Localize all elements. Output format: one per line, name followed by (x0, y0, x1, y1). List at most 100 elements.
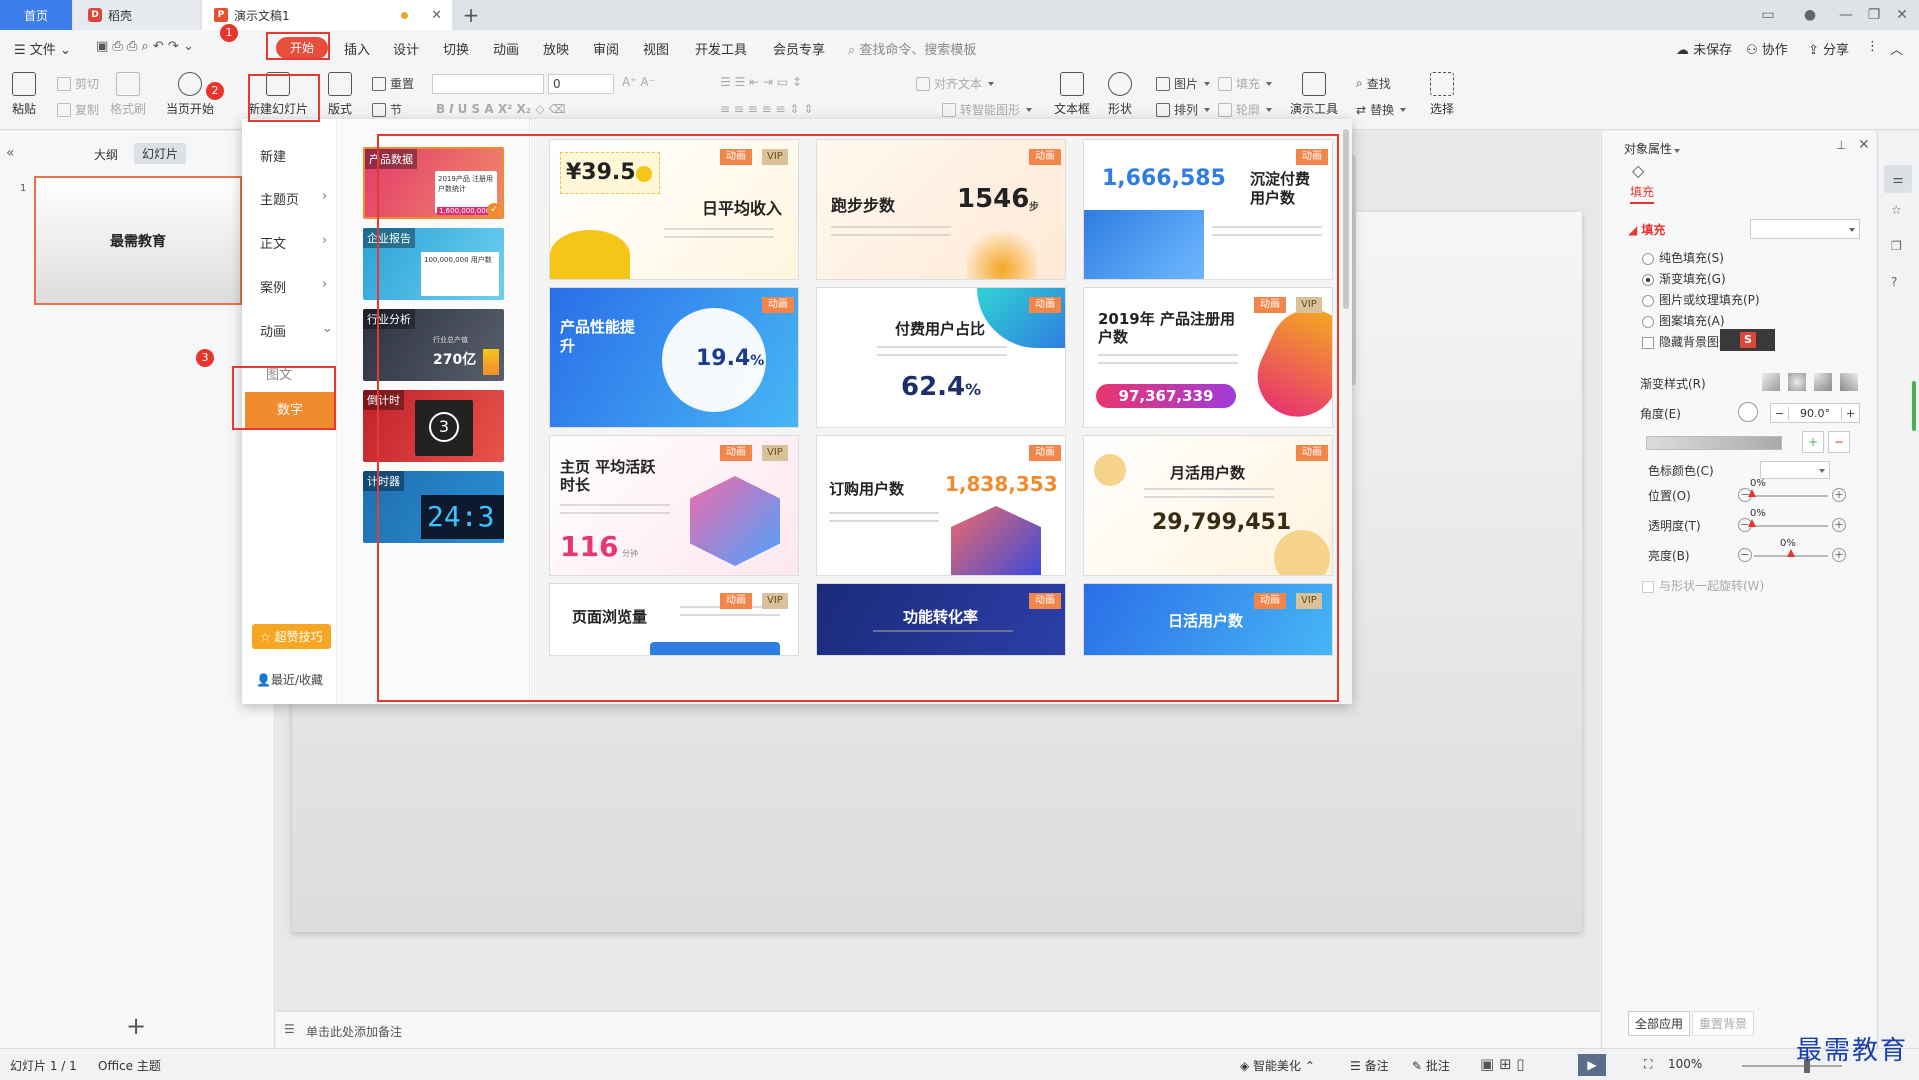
position-increase-button[interactable]: + (1832, 488, 1846, 502)
smart-art-button[interactable]: 转智能图形 (942, 101, 1033, 118)
picture-fill-radio[interactable] (1642, 294, 1654, 307)
fill-type-dropdown[interactable] (1750, 219, 1860, 239)
close-tab-icon[interactable]: ✕ (431, 8, 442, 23)
slides-tab[interactable]: 幻灯片 (134, 143, 187, 164)
gradient-linear-icon[interactable] (1762, 373, 1780, 391)
menu-view[interactable]: 视图 (643, 39, 669, 58)
fill-tab[interactable]: 填充 (1630, 183, 1655, 204)
gradient-rect-icon[interactable] (1814, 373, 1832, 391)
cut-button[interactable]: 剪切 (57, 75, 99, 92)
template-card[interactable]: 1,666,585 沉淀付费用户数 动画 (1083, 139, 1333, 280)
notes-toggle[interactable]: ☰ 备注 (1350, 1057, 1389, 1074)
slide-thumbnail[interactable]: 最需教育 (34, 176, 242, 305)
gallery-scrollbar[interactable] (1343, 129, 1349, 309)
subcat-product-data[interactable]: 产品数据 2019产品 注册用户数统计 1,600,000,000 ✓ (363, 147, 504, 219)
template-card[interactable]: 订购用户数 1,838,353 动画 (816, 435, 1066, 576)
add-slide-icon[interactable]: + (126, 1012, 146, 1040)
star-icon[interactable]: ☆ (1891, 203, 1902, 217)
recent-button[interactable]: 👤最近/收藏 (256, 671, 323, 688)
panel-title[interactable]: 对象属性 (1624, 140, 1681, 157)
reset-background-button[interactable]: 重置背景 (1692, 1011, 1755, 1036)
more-icon[interactable]: ⋮ (1866, 39, 1879, 54)
subcat-countdown[interactable]: 倒计时 3 (363, 390, 504, 462)
cat-theme[interactable]: 主题页 › (260, 189, 327, 208)
avatar[interactable]: ● (1792, 0, 1828, 30)
align-text-button[interactable]: 对齐文本 (916, 75, 995, 92)
list-icons[interactable]: ☰ ☰ ⇤ ⇥ ▭ ↕ (720, 75, 802, 89)
template-card[interactable]: 页面浏览量 动画 VIP (549, 583, 799, 656)
template-card[interactable]: 主页 平均活跃时长 116 分钟 动画 VIP (549, 435, 799, 576)
gradient-bar[interactable] (1646, 436, 1782, 450)
angle-decrease-button[interactable]: − (1771, 406, 1789, 420)
help-icon[interactable]: ? (1891, 275, 1897, 289)
cat-numbers[interactable]: 数字 (245, 392, 335, 430)
align-icons[interactable]: ≡ ≡ ≡ ≡ ≡ ⇕ ⇕ (720, 102, 813, 116)
textbox-button[interactable]: 文本框 (1054, 72, 1090, 117)
position-knob-icon[interactable] (1748, 489, 1756, 497)
subcat-report[interactable]: 企业报告 100,000,000 用户数 (363, 228, 504, 300)
tab-home[interactable]: 首页 (0, 0, 72, 30)
collapse-ribbon-icon[interactable]: ︿ (1890, 39, 1903, 58)
present-tool-button[interactable]: 演示工具 (1290, 72, 1338, 117)
beautify-button[interactable]: ◈ 智能美化 ⌃ (1240, 1057, 1315, 1074)
reset-button[interactable]: 重置 (372, 75, 414, 92)
collab-button[interactable]: ⚇ 协作 (1746, 39, 1788, 58)
fit-icon[interactable]: ⛶ (1644, 1057, 1652, 1072)
outline-button[interactable]: 轮廓 (1218, 101, 1273, 118)
menu-design[interactable]: 设计 (393, 39, 419, 58)
font-style-icons[interactable]: B I U S A X² X₂ ◇ ⌫ (436, 102, 566, 116)
outline-tab[interactable]: 大纲 (94, 146, 118, 163)
play-slideshow-icon[interactable]: ▶ (1578, 1054, 1606, 1076)
tips-button[interactable]: ☆ 超赞技巧 (252, 624, 331, 649)
close-panel-icon[interactable]: ✕ (1858, 137, 1870, 153)
solid-fill-option[interactable]: 纯色填充(S) (1642, 249, 1724, 266)
transparency-increase-button[interactable]: + (1832, 518, 1846, 532)
picture-button[interactable]: 图片 (1156, 75, 1211, 92)
menu-member[interactable]: 会员专享 (773, 39, 825, 58)
tab-docer[interactable]: D 稻壳 (74, 0, 200, 30)
solid-fill-radio[interactable] (1642, 252, 1654, 265)
brightness-increase-button[interactable]: + (1832, 548, 1846, 562)
subcat-industry[interactable]: 行业分析 行业总产值 270亿 (363, 309, 504, 381)
hide-background-option[interactable]: 隐藏背景图形 (1642, 333, 1731, 350)
zoom-level[interactable]: 100% (1668, 1057, 1702, 1071)
quick-access-icons[interactable]: ▣ ⎙ ⎙ ⌕ ↶ ↷ ⌄ (96, 39, 194, 54)
paste-button[interactable]: 粘贴 (12, 72, 36, 117)
command-search[interactable]: ⌕ 查找命令、搜索模板 (848, 39, 976, 58)
pattern-fill-option[interactable]: 图案填充(A) (1642, 312, 1725, 329)
unsaved-button[interactable]: ☁ 未保存 (1676, 39, 1732, 58)
menu-slideshow[interactable]: 放映 (543, 39, 569, 58)
comments-toggle[interactable]: ✎ 批注 (1412, 1057, 1450, 1074)
fill-button[interactable]: 填充 (1218, 75, 1273, 92)
template-card[interactable]: ¥39.5 日平均收入 动画 VIP (549, 139, 799, 280)
brightness-decrease-button[interactable]: − (1738, 548, 1752, 562)
cat-body[interactable]: 正文 › (260, 233, 327, 252)
cat-case[interactable]: 案例 › (260, 277, 327, 296)
properties-icon[interactable]: ⚌ (1884, 165, 1912, 193)
cat-new[interactable]: 新建 (260, 146, 286, 165)
template-card[interactable]: 月活用户数 29,799,451 动画 (1083, 435, 1333, 576)
angle-increase-button[interactable]: + (1841, 406, 1859, 420)
notes-bar[interactable]: ☰ 单击此处添加备注 (276, 1011, 1600, 1048)
template-card[interactable]: 功能转化率 动画 (816, 583, 1066, 656)
file-menu[interactable]: ☰ 文件 ⌄ (14, 39, 71, 58)
transparency-knob-icon[interactable] (1748, 519, 1756, 527)
find-button[interactable]: ⌕ 查找 (1356, 75, 1391, 92)
color-stop-dropdown[interactable] (1760, 461, 1830, 479)
picture-fill-option[interactable]: 图片或纹理填充(P) (1642, 291, 1760, 308)
side-scroll-indicator[interactable] (1912, 381, 1916, 431)
view-mode-icons[interactable]: ▣ ⊞ ▯ (1480, 1055, 1525, 1073)
rotate-with-shape-checkbox[interactable] (1642, 580, 1654, 593)
position-slider[interactable] (1754, 495, 1828, 497)
new-tab-button[interactable]: + (458, 0, 484, 30)
apply-all-button[interactable]: 全部应用 (1628, 1011, 1691, 1036)
subcat-timer[interactable]: 计时器 24:3 (363, 471, 504, 543)
gradient-fill-option[interactable]: 渐变填充(G) (1642, 270, 1726, 287)
angle-stepper[interactable]: −90.0° + (1770, 403, 1860, 423)
gradient-path-icon[interactable] (1840, 373, 1858, 391)
tab-document[interactable]: P 演示文稿1 ✕ (202, 0, 452, 30)
font-name-field[interactable] (432, 74, 544, 94)
theme-name[interactable]: Office 主题 (98, 1057, 161, 1074)
replace-button[interactable]: ⇄ 替换 (1356, 101, 1407, 118)
template-card[interactable]: 付费用户占比 62.4% 动画 (816, 287, 1066, 428)
